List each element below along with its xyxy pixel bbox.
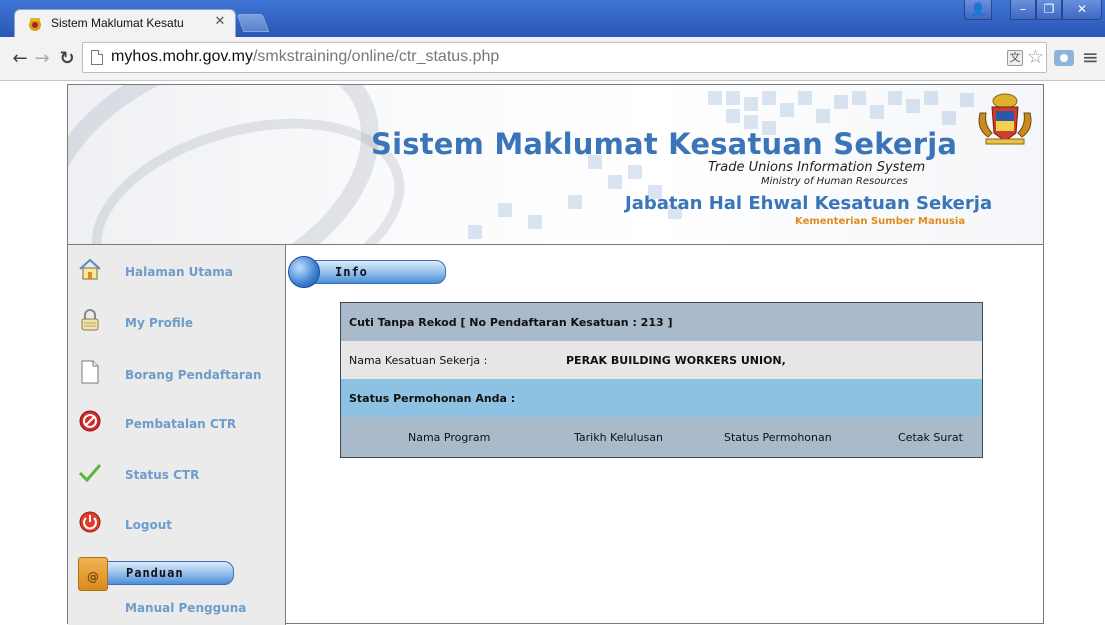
reload-icon[interactable]: ↻ [57, 49, 77, 69]
menu-icon[interactable]: ≡ [1082, 46, 1099, 68]
tab-close-icon[interactable]: ✕ [212, 14, 228, 30]
site-subtitle: Trade Unions Information System [708, 160, 926, 175]
sidebar-item-label: Halaman Utama [125, 265, 233, 279]
status-table: Cuti Tanpa Rekod [ No Pendaftaran Kesatu… [340, 302, 983, 458]
sidebar-item-label: My Profile [125, 316, 194, 330]
sidebar-item-logout[interactable]: Logout [68, 506, 286, 546]
forward-arrow-icon[interactable]: → [32, 49, 52, 69]
union-name-row: Nama Kesatuan Sekerja : PERAK BUILDING W… [341, 341, 982, 379]
browser-titlebar: Sistem Maklumat Kesatu ✕ 👤 – ❐ ✕ [0, 0, 1105, 37]
new-tab-button[interactable] [236, 14, 270, 32]
info-label: Info [335, 265, 368, 279]
lock-icon [81, 309, 99, 331]
table-title: Cuti Tanpa Rekod [ No Pendaftaran Kesatu… [349, 316, 673, 329]
sidebar-item-label: Pembatalan CTR [125, 417, 237, 431]
browser-tab[interactable]: Sistem Maklumat Kesatu ✕ [14, 9, 236, 37]
back-arrow-icon[interactable]: ← [10, 49, 30, 69]
url-text[interactable]: myhos.mohr.gov.my/smkstraining/online/ct… [111, 48, 499, 66]
book-icon [78, 557, 108, 591]
globe-icon [288, 256, 320, 288]
browser-toolbar: ← → ↻ myhos.mohr.gov.my/smkstraining/onl… [0, 37, 1105, 81]
bookmark-star-icon[interactable]: ☆ [1027, 46, 1044, 68]
info-bar [312, 260, 446, 284]
user-icon[interactable]: 👤 [964, 0, 992, 20]
status-heading-row: Status Permohonan Anda : [341, 379, 982, 417]
site-subtitle-ministry: Ministry of Human Resources [761, 176, 908, 187]
sidebar-item-halaman-utama[interactable]: Halaman Utama [68, 253, 286, 293]
ministry-name: Kementerian Sumber Manusia [795, 216, 966, 227]
sidebar: Halaman Utama My Profile Borang Pendafta… [68, 245, 286, 625]
camera-icon[interactable] [1054, 50, 1074, 66]
page-icon [91, 50, 103, 65]
site-container: Sistem Maklumat Kesatuan Sekerja Trade U… [67, 84, 1044, 625]
coat-of-arms-icon [978, 93, 1032, 145]
union-name-label: Nama Kesatuan Sekerja : [349, 354, 488, 367]
panduan-header: Panduan [78, 557, 234, 591]
sidebar-item-label: Borang Pendaftaran [125, 368, 262, 382]
minimize-button[interactable]: – [1010, 0, 1036, 20]
cancel-icon [79, 410, 101, 432]
url-path: /smkstraining/online/ctr_status.php [252, 48, 500, 65]
home-icon [79, 258, 101, 280]
sidebar-item-borang-pendaftaran[interactable]: Borang Pendaftaran [68, 356, 286, 396]
table-header-row: Nama Program Tarikh Kelulusan Status Per… [341, 417, 982, 457]
column-header-cetak-surat: Cetak Surat [898, 431, 963, 444]
sidebar-item-pembatalan-ctr[interactable]: Pembatalan CTR [68, 405, 286, 445]
translate-icon[interactable]: 文 [1007, 50, 1023, 66]
union-name-value: PERAK BUILDING WORKERS UNION, [566, 354, 786, 367]
department-name: Jabatan Hal Ehwal Kesatuan Sekerja [625, 193, 993, 214]
close-window-button[interactable]: ✕ [1062, 0, 1102, 20]
status-heading: Status Permohonan Anda : [349, 392, 516, 405]
table-title-row: Cuti Tanpa Rekod [ No Pendaftaran Kesatu… [341, 303, 982, 341]
sidebar-item-label: Manual Pengguna [125, 601, 247, 615]
document-icon [81, 360, 99, 384]
maximize-button[interactable]: ❐ [1036, 0, 1062, 20]
site-title: Sistem Maklumat Kesatuan Sekerja [371, 127, 958, 161]
url-host: myhos.mohr.gov.my [111, 48, 253, 65]
site-banner: Sistem Maklumat Kesatuan Sekerja Trade U… [68, 85, 1043, 245]
panduan-label: Panduan [126, 566, 184, 580]
column-header-status-permohonan: Status Permohonan [724, 431, 832, 444]
column-header-nama-program: Nama Program [408, 431, 491, 444]
crest-favicon-icon [29, 18, 41, 31]
tab-title: Sistem Maklumat Kesatu [51, 16, 184, 30]
sidebar-item-status-ctr[interactable]: Status CTR [68, 456, 286, 496]
checkmark-icon [78, 464, 102, 483]
sidebar-item-label: Logout [125, 518, 173, 532]
sidebar-item-manual-pengguna[interactable]: Manual Pengguna [68, 595, 286, 621]
info-header: Info [288, 256, 448, 288]
power-icon [79, 511, 101, 533]
address-bar[interactable]: myhos.mohr.gov.my/smkstraining/online/ct… [82, 42, 1047, 73]
sidebar-item-label: Status CTR [125, 468, 200, 482]
column-header-tarikh-kelulusan: Tarikh Kelulusan [574, 431, 663, 444]
sidebar-item-my-profile[interactable]: My Profile [68, 304, 286, 344]
